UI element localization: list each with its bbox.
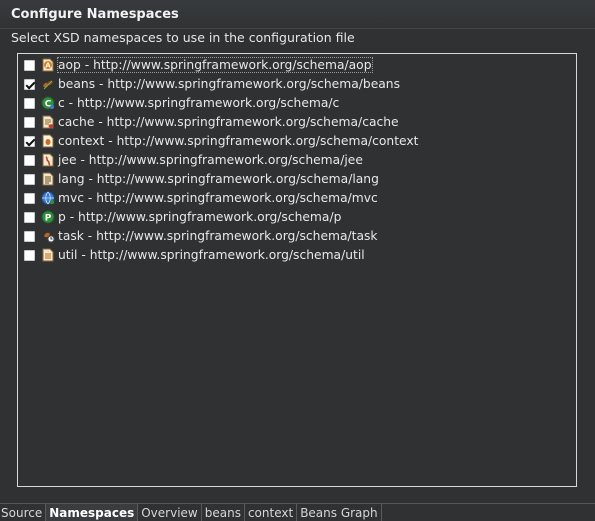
namespace-checkbox-c[interactable] xyxy=(24,97,35,109)
c-namespace-icon: C xyxy=(41,96,55,110)
beans-icon xyxy=(41,77,55,91)
namespace-label-mvc: mvc - http://www.springframework.org/sch… xyxy=(58,191,378,205)
svg-text:P: P xyxy=(45,214,52,224)
configure-namespaces-panel: Configure Namespaces Select XSD namespac… xyxy=(0,0,595,503)
jee-icon xyxy=(41,153,55,167)
namespace-checkbox-task[interactable] xyxy=(24,230,35,242)
namespace-row-util[interactable]: util - http://www.springframework.org/sc… xyxy=(24,246,564,264)
panel-title: Configure Namespaces xyxy=(11,7,179,22)
tab-source[interactable]: Source xyxy=(0,504,47,521)
namespace-row-lang[interactable]: lang - http://www.springframework.org/sc… xyxy=(24,170,564,188)
namespace-list[interactable]: A aop - http://www.springframework.org/s… xyxy=(17,53,577,487)
namespace-label-beans: beans - http://www.springframework.org/s… xyxy=(58,77,401,91)
namespace-checkbox-jee[interactable] xyxy=(24,154,35,166)
p-namespace-icon: P xyxy=(41,210,55,224)
namespace-checkbox-lang[interactable] xyxy=(24,173,35,185)
namespace-label-cache: cache - http://www.springframework.org/s… xyxy=(58,115,399,129)
namespace-checkbox-context[interactable] xyxy=(24,135,35,147)
tab-context[interactable]: context xyxy=(245,504,298,521)
editor-tab-bar: Source Namespaces Overview beans context… xyxy=(0,503,595,521)
namespace-label-task: task - http://www.springframework.org/sc… xyxy=(58,229,378,243)
namespace-checkbox-aop[interactable] xyxy=(24,59,35,71)
namespace-checkbox-cache[interactable] xyxy=(24,116,35,128)
namespace-row-c[interactable]: C c - http://www.springframework.org/sch… xyxy=(24,94,564,112)
namespace-checkbox-mvc[interactable] xyxy=(24,192,35,204)
tab-beans-graph[interactable]: Beans Graph xyxy=(297,504,382,521)
panel-header: Configure Namespaces xyxy=(0,0,595,29)
namespace-label-c: c - http://www.springframework.org/schem… xyxy=(58,96,340,110)
tab-namespaces[interactable]: Namespaces xyxy=(46,504,139,521)
namespace-row-context[interactable]: context - http://www.springframework.org… xyxy=(24,132,564,150)
namespace-checkbox-beans[interactable] xyxy=(24,78,35,90)
lang-icon xyxy=(41,172,55,186)
mvc-icon xyxy=(41,191,55,205)
svg-text:A: A xyxy=(45,62,51,70)
panel-subtitle: Select XSD namespaces to use in the conf… xyxy=(11,30,355,45)
aop-icon: A xyxy=(41,58,55,72)
namespace-label-util: util - http://www.springframework.org/sc… xyxy=(58,248,365,262)
namespace-label-p: p - http://www.springframework.org/schem… xyxy=(58,210,342,224)
namespace-row-beans[interactable]: beans - http://www.springframework.org/s… xyxy=(24,75,564,93)
tab-beans[interactable]: beans xyxy=(202,504,245,521)
namespace-checkbox-util[interactable] xyxy=(24,249,35,261)
namespace-label-jee: jee - http://www.springframework.org/sch… xyxy=(58,153,363,167)
namespace-row-mvc[interactable]: mvc - http://www.springframework.org/sch… xyxy=(24,189,564,207)
namespace-row-cache[interactable]: cache - http://www.springframework.org/s… xyxy=(24,113,564,131)
namespace-label-context: context - http://www.springframework.org… xyxy=(58,134,419,148)
task-icon xyxy=(41,229,55,243)
namespace-label-aop: aop - http://www.springframework.org/sch… xyxy=(57,57,373,73)
namespace-row-task[interactable]: task - http://www.springframework.org/sc… xyxy=(24,227,564,245)
tab-overview[interactable]: Overview xyxy=(138,504,202,521)
context-icon xyxy=(41,134,55,148)
cache-icon xyxy=(41,115,55,129)
namespace-checkbox-p[interactable] xyxy=(24,211,35,223)
util-icon xyxy=(41,248,55,262)
namespace-row-p[interactable]: P p - http://www.springframework.org/sch… xyxy=(24,208,564,226)
namespace-row-jee[interactable]: jee - http://www.springframework.org/sch… xyxy=(24,151,564,169)
namespace-label-lang: lang - http://www.springframework.org/sc… xyxy=(58,172,379,186)
namespace-row-aop[interactable]: A aop - http://www.springframework.org/s… xyxy=(24,56,564,74)
